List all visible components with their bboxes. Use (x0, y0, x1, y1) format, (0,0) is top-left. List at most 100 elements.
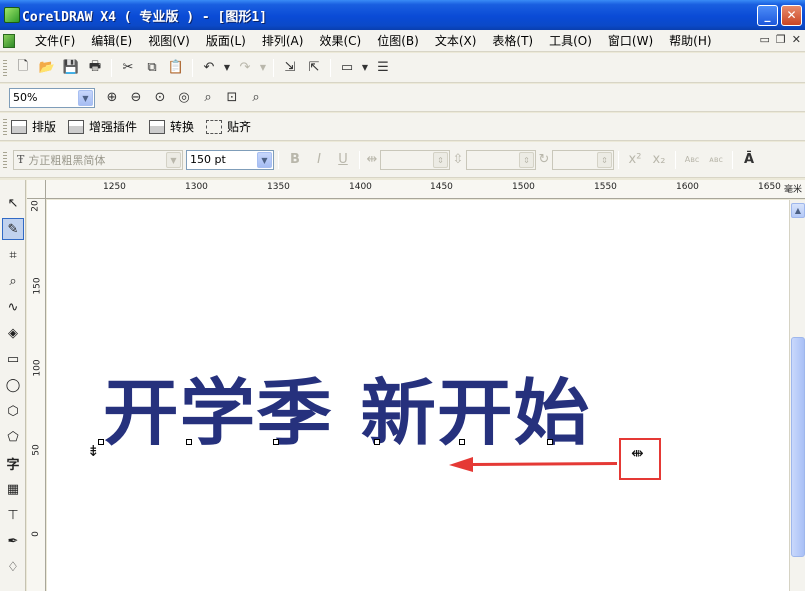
char-spacing-handle-icon[interactable]: ⇼ (631, 444, 644, 462)
zoom-tool-icon[interactable]: ⌕ (2, 270, 24, 292)
undo-dropdown-icon[interactable]: ▼ (222, 58, 232, 78)
zoom-in-icon[interactable]: ⊕ (101, 88, 123, 108)
menu-help[interactable]: 帮助(H) (661, 31, 719, 51)
vertical-scrollbar[interactable]: ▲ (789, 200, 805, 591)
text-node-handle[interactable] (186, 439, 192, 445)
ruler-label: 1400 (349, 182, 372, 192)
ruler-label: 1350 (267, 182, 290, 192)
font-name-dropdown-icon[interactable]: ▼ (166, 151, 181, 168)
print-icon[interactable]: 🖶 (84, 58, 106, 78)
doc-restore-icon[interactable]: ❐ (776, 33, 786, 46)
zoom-level-combo[interactable]: 50% ▼ (9, 87, 95, 108)
menu-window[interactable]: 窗口(W) (600, 31, 661, 51)
text-tool-icon[interactable]: 字 (2, 452, 24, 474)
zoom-out-icon[interactable]: ⊖ (125, 88, 147, 108)
menu-tools[interactable]: 工具(O) (541, 31, 600, 51)
doc-close-icon[interactable]: ✕ (792, 33, 801, 46)
text-node-handle[interactable] (374, 439, 380, 445)
font-size-combo[interactable]: 150 pt ▼ (186, 149, 274, 170)
menu-view[interactable]: 视图(V) (140, 31, 198, 51)
title-bar: CorelDRAW X4 ( 专业版 ) - [图形1] _ ✕ (0, 0, 805, 30)
pick-tool-icon[interactable]: ↖ (2, 192, 24, 214)
line-spacing-spinner-icon: ⇕ (519, 151, 534, 168)
toolbar-grip[interactable] (3, 118, 7, 135)
text-node-handle[interactable] (547, 439, 553, 445)
menu-effects[interactable]: 效果(C) (311, 31, 369, 51)
application-launcher-icon[interactable]: ▭ (336, 58, 358, 78)
text-node-handle[interactable] (273, 439, 279, 445)
toolbar-grip[interactable] (3, 59, 7, 76)
typesetting-icon (11, 119, 27, 134)
polygon-tool-icon[interactable]: ⬡ (2, 400, 24, 422)
standard-toolbar: 🗋 📂 💾 🖶 ✂ ⧉ 📋 ↶ ▼ ↷ ▼ ⇲ ⇱ ▭ ▼ ☰ (0, 53, 805, 83)
small-caps-icon: Aʙᴄ (684, 155, 700, 164)
drawing-canvas[interactable]: 开学季 新开始 ⇟ ⇼ (47, 200, 789, 591)
export-icon[interactable]: ⇱ (303, 58, 325, 78)
font-name-combo[interactable]: Ŧ 方正粗粗黑简体 ▼ (13, 149, 183, 170)
cut-icon[interactable]: ✂ (117, 58, 139, 78)
coreldraw-app-icon[interactable] (4, 7, 20, 23)
vertical-ruler[interactable]: 20 150 100 50 0 (27, 199, 46, 591)
new-document-icon[interactable]: 🗋 (12, 58, 34, 78)
enhance-plugin-icon (68, 119, 85, 134)
convert-button[interactable]: 转换 (149, 118, 194, 135)
shape-tool-icon[interactable]: ✎ (2, 218, 24, 240)
text-node-handle[interactable] (459, 439, 465, 445)
undo-icon[interactable]: ↶ (198, 58, 220, 78)
line-spacing-handle-icon[interactable]: ⇟ (87, 442, 100, 460)
table-tool-icon[interactable]: ▦ (2, 478, 24, 500)
edit-text-icon[interactable]: Ā (738, 150, 760, 170)
font-size-dropdown-icon[interactable]: ▼ (257, 151, 272, 168)
crop-tool-icon[interactable]: ⌗ (2, 244, 24, 266)
ruler-label: 100 (32, 359, 43, 377)
launcher-dropdown-icon[interactable]: ▼ (360, 58, 370, 78)
outline-tool-icon[interactable]: ♢ (2, 556, 24, 578)
close-button[interactable]: ✕ (781, 5, 802, 26)
document-icon[interactable] (3, 33, 15, 48)
copy-icon[interactable]: ⧉ (141, 58, 163, 78)
ruler-origin[interactable] (27, 180, 46, 199)
menu-edit[interactable]: 编辑(E) (83, 31, 140, 51)
snap-icon (206, 119, 223, 134)
save-icon[interactable]: 💾 (60, 58, 82, 78)
menu-layout[interactable]: 版面(L) (198, 31, 254, 51)
zoom-page-height-icon[interactable]: ⌕ (245, 88, 267, 108)
toolbar-grip[interactable] (3, 151, 7, 168)
font-size-value: 150 pt (190, 153, 226, 166)
dimension-tool-icon[interactable]: ⊤ (2, 504, 24, 526)
basic-shapes-tool-icon[interactable]: ⬠ (2, 426, 24, 448)
import-icon[interactable]: ⇲ (279, 58, 301, 78)
open-folder-icon[interactable]: 📂 (36, 58, 58, 78)
zoom-all-objects-icon[interactable]: ◎ (173, 88, 195, 108)
italic-icon: I (317, 152, 321, 167)
doc-minimize-icon[interactable]: ▭ (760, 33, 770, 46)
rectangle-tool-icon[interactable]: ▭ (2, 348, 24, 370)
options-list-icon[interactable]: ☰ (372, 58, 394, 78)
typesetting-button[interactable]: 排版 (11, 118, 56, 135)
snap-button[interactable]: 贴齐 (206, 118, 251, 135)
zoom-page-icon[interactable]: ⌕ (197, 88, 219, 108)
menu-arrange[interactable]: 排列(A) (254, 31, 312, 51)
zoom-selected-icon[interactable]: ⊙ (149, 88, 171, 108)
ruler-unit-label: 毫米 (784, 185, 803, 195)
redo-icon: ↷ (239, 60, 251, 75)
menu-file[interactable]: 文件(F) (27, 31, 83, 51)
menu-bitmaps[interactable]: 位图(B) (369, 31, 427, 51)
menu-bar: 文件(F) 编辑(E) 视图(V) 版面(L) 排列(A) 效果(C) 位图(B… (0, 30, 805, 52)
freehand-tool-icon[interactable]: ∿ (2, 296, 24, 318)
smart-fill-tool-icon[interactable]: ◈ (2, 322, 24, 344)
truetype-font-icon: Ŧ (17, 153, 25, 166)
ellipse-tool-icon[interactable]: ◯ (2, 374, 24, 396)
annotation-arrow-icon (449, 457, 617, 472)
zoom-page-width-icon[interactable]: ⊡ (221, 88, 243, 108)
minimize-button[interactable]: _ (757, 5, 778, 26)
horizontal-ruler[interactable]: 1250 1300 1350 1400 1450 1500 1550 1600 … (46, 180, 805, 199)
zoom-dropdown-icon[interactable]: ▼ (78, 89, 93, 106)
scroll-up-icon[interactable]: ▲ (791, 203, 805, 218)
scroll-thumb[interactable] (791, 337, 805, 557)
paste-icon[interactable]: 📋 (165, 58, 187, 78)
menu-text[interactable]: 文本(X) (427, 31, 485, 51)
enhance-plugin-button[interactable]: 增强插件 (68, 118, 137, 135)
eyedropper-tool-icon[interactable]: ✒ (2, 530, 24, 552)
menu-table[interactable]: 表格(T) (484, 31, 541, 51)
